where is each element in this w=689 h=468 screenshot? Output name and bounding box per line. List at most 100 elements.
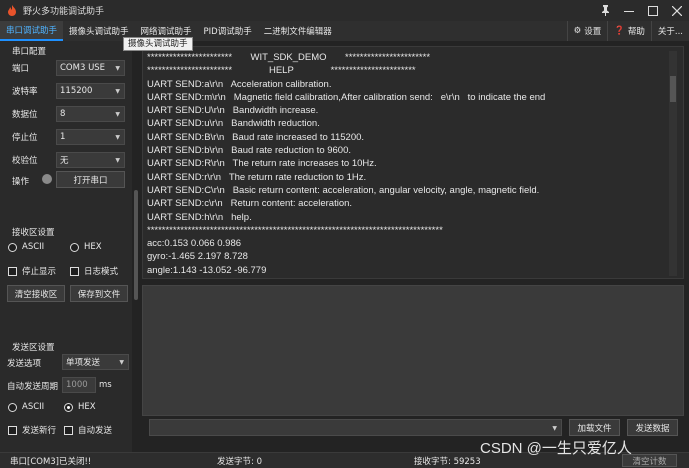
data-bits-value: 8	[60, 109, 66, 119]
tab-tooltip: 摄像头调试助手	[123, 37, 193, 51]
baud-combobox[interactable]: 115200 ▼	[56, 83, 125, 99]
receive-line: UART SEND:r\r\n The return rate reductio…	[147, 171, 367, 183]
chevron-down-icon: ▼	[115, 88, 120, 95]
baud-label: 波特率	[12, 87, 38, 97]
auto-send-checkbox[interactable]: 自动发送	[64, 424, 112, 436]
send-bar: ▼ 加载文件 发送数据	[142, 419, 684, 437]
send-data-button[interactable]: 发送数据	[627, 419, 678, 436]
receive-area[interactable]: *********************** WIT_SDK_DEMO ***…	[142, 46, 684, 279]
stop-bits-row: 停止位	[12, 131, 38, 143]
chevron-down-icon: ▼	[552, 425, 557, 432]
receive-line: UART SEND:c\r\n Return content: accelera…	[147, 198, 353, 210]
send-hex-radio[interactable]: HEX	[64, 402, 96, 412]
help-button[interactable]: ❓ 帮助	[607, 21, 651, 41]
tab-serial-assistant[interactable]: 串口调试助手	[0, 21, 64, 41]
receive-ascii-label: ASCII	[22, 242, 45, 252]
receive-line: UART SEND:h\r\n help.	[147, 211, 252, 223]
port-combobox[interactable]: COM3 USE ▼	[56, 60, 125, 76]
send-settings-group: 发送区设置	[0, 341, 132, 353]
send-option-combobox[interactable]: 单项发送 ▼	[62, 354, 129, 370]
chevron-down-icon: ▼	[115, 134, 120, 141]
radio-icon	[64, 402, 73, 412]
help-label: 帮助	[627, 27, 645, 37]
about-label: 关于...	[657, 27, 683, 37]
app-window: 野火多功能调试助手 串口调试助手 摄像头调试助手 网络调试助手 PID调试助手 …	[0, 0, 689, 468]
receive-line: acc:0.153 0.066 0.986	[147, 238, 242, 250]
data-bits-combobox[interactable]: 8 ▼	[56, 106, 125, 122]
receive-line: UART SEND:b\r\n Baud rate reduction to 9…	[147, 145, 352, 157]
send-area[interactable]	[142, 285, 684, 416]
parity-combobox[interactable]: 无 ▼	[56, 152, 125, 168]
parity-row: 校验位	[12, 154, 38, 166]
sent-bytes-text: 发送字节: 0	[217, 456, 262, 467]
receive-line: ****************************************…	[147, 224, 443, 236]
port-label: 端口	[12, 64, 30, 74]
receive-hex-label: HEX	[84, 242, 102, 252]
auto-period-label: 自动发送周期	[7, 382, 59, 392]
send-option-value: 单项发送	[66, 358, 101, 368]
pin-icon[interactable]	[593, 0, 617, 21]
send-option-row: 发送选项	[7, 357, 41, 369]
data-bits-label: 数据位	[12, 110, 38, 120]
title-bar: 野火多功能调试助手	[0, 0, 689, 21]
receive-scrollbar[interactable]	[669, 51, 677, 276]
radio-icon	[8, 402, 17, 412]
settings-button[interactable]: ⚙ 设置	[566, 21, 608, 41]
send-settings-title: 发送区设置	[12, 343, 55, 353]
about-button[interactable]: 关于...	[650, 21, 689, 41]
auto-period-input[interactable]: 1000	[62, 377, 96, 393]
send-history-combobox[interactable]: ▼	[149, 419, 562, 436]
load-file-button[interactable]: 加载文件	[569, 419, 620, 436]
send-ascii-label: ASCII	[22, 402, 45, 412]
receive-line: *********************** HELP ***********…	[147, 65, 416, 77]
receive-line: UART SEND:U\r\n Bandwidth increase.	[147, 105, 319, 117]
period-unit-row: ms	[99, 380, 112, 390]
stop-display-checkbox[interactable]: 停止显示	[8, 265, 56, 277]
main-tab-bar: 串口调试助手 摄像头调试助手 网络调试助手 PID调试助手 二进制文件编辑器 ⚙…	[0, 21, 689, 41]
maximize-icon[interactable]	[641, 0, 665, 21]
receive-line: gyro:-1.465 2.197 8.728	[147, 251, 248, 263]
radio-icon	[8, 242, 17, 252]
scroll-thumb[interactable]	[670, 76, 676, 102]
send-ascii-radio[interactable]: ASCII	[8, 402, 44, 412]
tab-binary-editor[interactable]: 二进制文件编辑器	[258, 21, 338, 41]
checkbox-icon	[64, 425, 73, 435]
baud-value: 115200	[60, 86, 93, 96]
chevron-down-icon: ▼	[115, 65, 120, 72]
port-status-led-icon	[42, 174, 52, 184]
send-newline-checkbox[interactable]: 发送新行	[8, 424, 56, 436]
send-newline-label: 发送新行	[22, 426, 57, 436]
left-panel-scrollbar[interactable]	[134, 190, 138, 300]
close-icon[interactable]	[665, 0, 689, 21]
receive-line: UART SEND:u\r\n Bandwidth reduction.	[147, 118, 320, 130]
auto-period-row: 自动发送周期	[7, 380, 58, 392]
stop-bits-combobox[interactable]: 1 ▼	[56, 129, 125, 145]
settings-label: 设置	[584, 27, 602, 37]
log-mode-checkbox[interactable]: 日志模式	[70, 265, 118, 277]
send-hex-label: HEX	[78, 402, 96, 412]
csdn-watermark: CSDN @一生只爱亿人	[480, 440, 632, 457]
receive-line: UART SEND:B\r\n Baud rate increased to 1…	[147, 131, 365, 143]
checkbox-icon	[70, 266, 79, 276]
period-unit-label: ms	[99, 380, 112, 390]
checkbox-icon	[8, 425, 17, 435]
receive-ascii-radio[interactable]: ASCII	[8, 242, 44, 252]
clear-receive-button[interactable]: 清空接收区	[7, 285, 65, 302]
minimize-icon[interactable]	[617, 0, 641, 21]
port-row: 端口	[12, 62, 29, 74]
gear-icon: ⚙	[573, 26, 582, 36]
tab-pid-assistant[interactable]: PID调试助手	[198, 21, 258, 41]
receive-line: UART SEND:a\r\n Acceleration calibration…	[147, 78, 332, 90]
data-bits-row: 数据位	[12, 108, 38, 120]
serial-config-group: 串口配置	[0, 45, 132, 57]
log-mode-label: 日志模式	[84, 267, 119, 277]
save-to-file-button[interactable]: 保存到文件	[70, 285, 128, 302]
receive-line: angle:1.143 -13.052 -96.779	[147, 264, 267, 276]
receive-settings-group: 接收区设置	[0, 226, 132, 238]
left-panel: 串口配置 端口 COM3 USE ▼ 波特率 115200 ▼ 数据位 8 ▼ 停止位…	[0, 41, 132, 452]
open-port-button[interactable]: 打开串口	[56, 171, 125, 188]
received-bytes-text: 接收字节: 59253	[414, 456, 481, 467]
receive-hex-radio[interactable]: HEX	[70, 242, 102, 252]
receive-line: UART SEND:R\r\n The return rate increase…	[147, 158, 377, 170]
send-option-label: 发送选项	[7, 359, 42, 369]
